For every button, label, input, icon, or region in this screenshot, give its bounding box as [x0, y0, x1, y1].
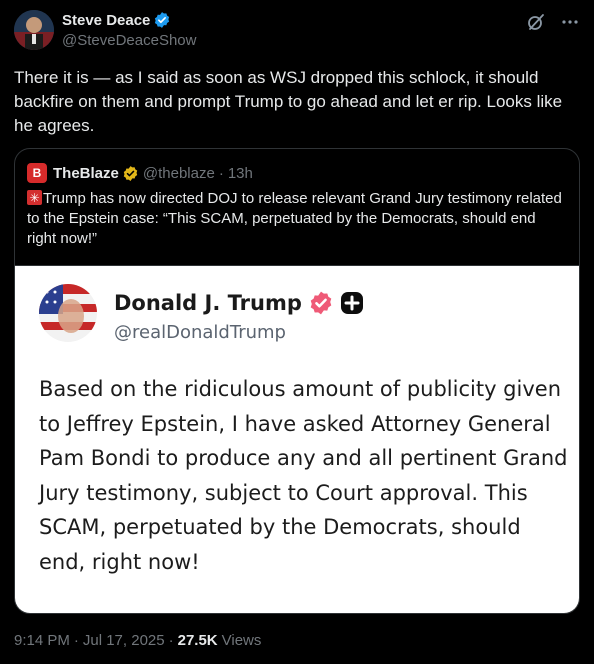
quote-media-image[interactable]: Donald J. Trump @realDonaldTrump Based o… — [15, 265, 579, 613]
quote-text-body: Trump has now directed DOJ to release re… — [27, 190, 562, 247]
quote-author-handle[interactable]: @theblaze — [143, 165, 215, 182]
post-time[interactable]: 9:14 PM — [14, 632, 70, 649]
tweet: Steve Deace @SteveDeaceShow There it is … — [0, 0, 594, 664]
quote-dot-separator: · — [218, 164, 224, 182]
quote-timestamp[interactable]: 13h — [228, 165, 253, 182]
author-name-row: Steve Deace — [62, 10, 196, 30]
truth-avatar — [39, 284, 97, 342]
views-label: Views — [221, 632, 262, 649]
views-count[interactable]: 27.5K — [178, 632, 218, 649]
siren-icon — [27, 188, 42, 208]
tweet-meta: 9:14 PM · Jul 17, 2025 · 27.5K Views — [14, 632, 261, 649]
truth-author-name: Donald J. Trump — [114, 291, 302, 315]
author-handle[interactable]: @SteveDeaceShow — [62, 32, 196, 49]
truth-post-body: Based on the ridiculous amount of public… — [39, 377, 568, 574]
plus-icon — [340, 291, 364, 315]
tweet-text: There it is — as I said as soon as WSJ d… — [14, 68, 563, 135]
truth-name-row: Donald J. Trump — [114, 290, 364, 316]
verified-badge-icon — [153, 11, 171, 29]
top-actions — [526, 12, 580, 32]
quote-text: Trump has now directed DOJ to release re… — [27, 188, 567, 249]
author-block: Steve Deace @SteveDeaceShow — [62, 10, 196, 50]
truth-author-handle: @realDonaldTrump — [114, 322, 286, 343]
meta-separator: · — [168, 632, 174, 649]
more-icon[interactable] — [560, 12, 580, 32]
gold-verified-badge-icon — [122, 165, 139, 182]
quoted-tweet[interactable]: B TheBlaze @theblaze · 13h Trump has now… — [14, 148, 580, 614]
post-date[interactable]: Jul 17, 2025 — [83, 632, 165, 649]
quote-author-name[interactable]: TheBlaze — [53, 165, 119, 182]
author-name[interactable]: Steve Deace — [62, 12, 150, 29]
author-avatar-image — [14, 10, 54, 50]
grok-icon[interactable] — [526, 12, 546, 32]
quote-avatar-letter: B — [32, 166, 42, 180]
meta-separator: · — [73, 632, 79, 649]
truth-verified-icon — [308, 290, 334, 316]
author-avatar[interactable] — [14, 10, 54, 50]
quote-avatar[interactable]: B — [27, 163, 47, 183]
quote-header: B TheBlaze @theblaze · 13h — [27, 163, 253, 183]
